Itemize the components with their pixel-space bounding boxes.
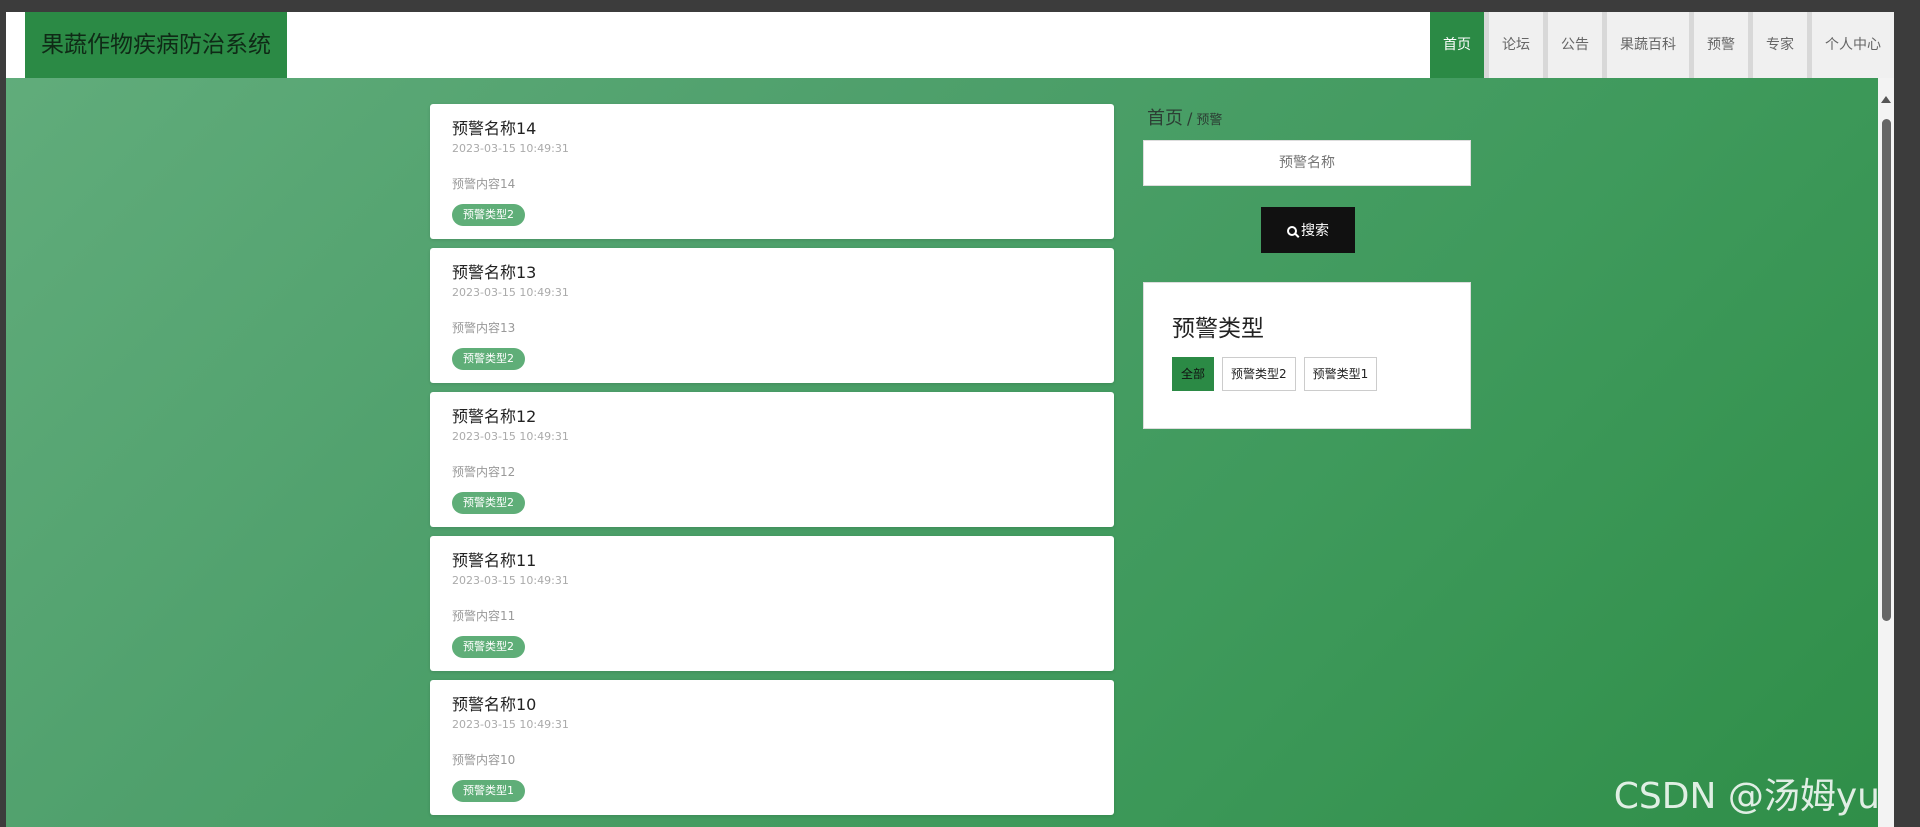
- breadcrumb-current: 预警: [1196, 113, 1223, 128]
- list-item[interactable]: 预警名称14 2023-03-15 10:49:31 预警内容14 预警类型2: [430, 104, 1114, 239]
- item-title[interactable]: 预警名称11: [452, 550, 1092, 572]
- search-button-label: 搜索: [1301, 223, 1329, 239]
- list-item[interactable]: 预警名称13 2023-03-15 10:49:31 预警内容13 预警类型2: [430, 248, 1114, 383]
- search-icon: [1287, 226, 1297, 236]
- item-time: 2023-03-15 10:49:31: [452, 574, 569, 587]
- item-title[interactable]: 预警名称13: [452, 262, 1092, 284]
- list-item[interactable]: 预警名称10 2023-03-15 10:49:31 预警内容10 预警类型1: [430, 680, 1114, 815]
- item-title[interactable]: 预警名称14: [452, 118, 1092, 140]
- item-title[interactable]: 预警名称10: [452, 694, 1092, 716]
- nav-item-forum[interactable]: 论坛: [1484, 12, 1543, 78]
- type-filter-panel: 预警类型 全部 预警类型2 预警类型1: [1143, 282, 1471, 429]
- item-title[interactable]: 预警名称12: [452, 406, 1092, 428]
- search-button[interactable]: 搜索: [1261, 207, 1355, 253]
- nav-item-expert[interactable]: 专家: [1748, 12, 1807, 78]
- list-item[interactable]: 预警名称11 2023-03-15 10:49:31 预警内容11 预警类型2: [430, 536, 1114, 671]
- watermark: CSDN @汤姆yu: [1613, 776, 1880, 817]
- nav-item-profile[interactable]: 个人中心: [1807, 12, 1894, 78]
- search-input[interactable]: [1143, 140, 1471, 186]
- item-time: 2023-03-15 10:49:31: [452, 142, 569, 155]
- breadcrumb-separator: /: [1187, 109, 1193, 128]
- type-tag-type1[interactable]: 预警类型1: [1303, 357, 1378, 391]
- site-title: 果蔬作物疾病防治系统: [25, 12, 287, 78]
- list-item[interactable]: 预警名称12 2023-03-15 10:49:31 预警内容12 预警类型2: [430, 392, 1114, 527]
- vertical-scrollbar[interactable]: [1878, 78, 1894, 827]
- warning-list: 预警名称14 2023-03-15 10:49:31 预警内容14 预警类型2 …: [430, 104, 1114, 824]
- item-content: 预警内容13: [452, 321, 516, 335]
- type-badge: 预警类型2: [452, 636, 525, 658]
- nav-item-notice[interactable]: 公告: [1543, 12, 1602, 78]
- type-filter-list: 全部 预警类型2 预警类型1: [1172, 357, 1442, 391]
- main-nav: 首页 论坛 公告 果蔬百科 预警 专家 个人中心: [1425, 12, 1894, 78]
- nav-item-warning[interactable]: 预警: [1689, 12, 1748, 78]
- type-filter-title: 预警类型: [1172, 316, 1264, 342]
- breadcrumb: 首页 / 预警: [1147, 104, 1473, 130]
- item-content: 预警内容11: [452, 609, 516, 623]
- nav-item-encyclopedia[interactable]: 果蔬百科: [1602, 12, 1689, 78]
- type-tag-all[interactable]: 全部: [1172, 357, 1215, 391]
- type-badge: 预警类型1: [452, 780, 525, 802]
- breadcrumb-home[interactable]: 首页: [1147, 108, 1183, 129]
- type-badge: 预警类型2: [452, 348, 525, 370]
- type-badge: 预警类型2: [452, 492, 525, 514]
- type-tag-type2[interactable]: 预警类型2: [1222, 357, 1296, 391]
- item-content: 预警内容10: [452, 753, 516, 767]
- scroll-thumb[interactable]: [1882, 119, 1891, 621]
- item-time: 2023-03-15 10:49:31: [452, 718, 569, 731]
- type-badge: 预警类型2: [452, 204, 525, 226]
- item-time: 2023-03-15 10:49:31: [452, 430, 569, 443]
- page-frame: 果蔬作物疾病防治系统 首页 论坛 公告 果蔬百科 预警 专家 个人中心 预警名称…: [6, 12, 1894, 827]
- top-header: 果蔬作物疾病防治系统 首页 论坛 公告 果蔬百科 预警 专家 个人中心: [6, 12, 1894, 78]
- nav-item-home[interactable]: 首页: [1425, 12, 1484, 78]
- item-content: 预警内容14: [452, 177, 516, 191]
- scroll-up-arrow-icon[interactable]: [1881, 96, 1891, 103]
- item-time: 2023-03-15 10:49:31: [452, 286, 569, 299]
- sidebar: 首页/预警 搜索 预警类型 全部 预警类型2 预警类型1: [1143, 104, 1473, 429]
- item-content: 预警内容12: [452, 465, 516, 479]
